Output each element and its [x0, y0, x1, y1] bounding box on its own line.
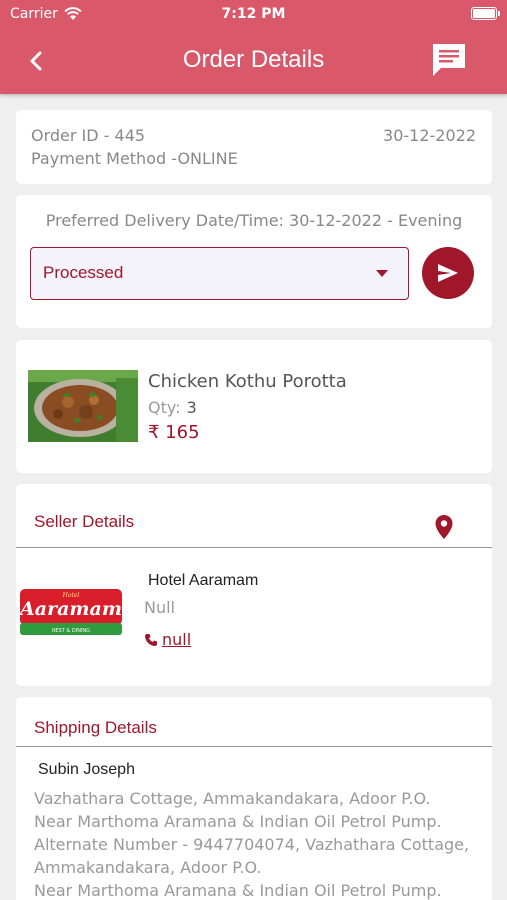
send-status-button[interactable] — [422, 247, 474, 299]
order-info-card: Order ID - 445 30-12-2022 Payment Method… — [16, 110, 492, 184]
order-item-card: Chicken Kothu Porotta Qty: 3 ₹ 165 — [16, 340, 492, 473]
shipping-details-card: Shipping Details Subin Joseph Vazhathara… — [16, 697, 492, 900]
svg-text:REST & DINING: REST & DINING — [52, 628, 90, 634]
address-line: Vazhathara Cottage, Ammakandakara, Adoor… — [34, 789, 431, 808]
shipping-divider — [16, 746, 492, 747]
preferred-delivery: Preferred Delivery Date/Time: 30-12-2022… — [45, 211, 463, 230]
delivery-status-card: Preferred Delivery Date/Time: 30-12-2022… — [16, 195, 492, 328]
shipping-heading: Shipping Details — [34, 718, 157, 737]
item-name: Chicken Kothu Porotta — [148, 371, 347, 392]
seller-logo: Hotel Aaramam REST & DINING — [18, 587, 124, 639]
battery-icon — [471, 7, 500, 20]
chat-icon — [433, 44, 465, 76]
seller-subtext: Null — [144, 598, 175, 617]
order-id: Order ID - 445 — [31, 126, 146, 145]
food-thumbnail — [28, 370, 138, 442]
seller-divider — [16, 547, 492, 548]
status-bar: Carrier 7:12 PM — [0, 0, 507, 28]
phone-icon — [145, 633, 157, 646]
address-line: Alternate Number - 9447704074, Vazhathar… — [34, 835, 470, 854]
address-line: Ammakandakara, Adoor P.O. — [34, 858, 262, 877]
address-line: Near Marthoma Aramana & Indian Oil Petro… — [34, 812, 442, 831]
order-date: 30-12-2022 — [383, 126, 476, 145]
item-price: ₹ 165 — [148, 422, 200, 443]
location-pin-icon — [435, 515, 453, 539]
send-icon — [438, 264, 458, 282]
shipping-address: Vazhathara Cottage, Ammakandakara, Adoor… — [34, 787, 484, 900]
item-quantity: Qty: 3 — [148, 398, 197, 417]
nav-bar: Order Details — [0, 28, 507, 94]
customer-name: Subin Joseph — [38, 761, 135, 778]
seller-phone-link[interactable]: null — [144, 630, 191, 649]
qty-label: Qty: — [148, 398, 181, 417]
seller-phone-text: null — [162, 630, 192, 649]
location-pin-button[interactable] — [434, 514, 454, 540]
seller-heading: Seller Details — [34, 512, 135, 531]
qty-value: 3 — [186, 398, 197, 417]
order-status-dropdown[interactable]: Processed — [30, 247, 409, 300]
order-status-value: Processed — [43, 263, 124, 282]
chat-button[interactable] — [429, 40, 469, 80]
payment-method: Payment Method -ONLINE — [31, 149, 238, 168]
dropdown-caret-icon — [376, 270, 388, 277]
seller-name: Hotel Aaramam — [148, 572, 259, 589]
svg-text:Aaramam: Aaramam — [20, 598, 122, 620]
seller-details-card: Seller Details Hotel Aaramam REST & DINI… — [16, 484, 492, 686]
status-time: 7:12 PM — [221, 6, 286, 22]
address-line: Near Marthoma Aramana & Indian Oil Petro… — [34, 881, 442, 900]
